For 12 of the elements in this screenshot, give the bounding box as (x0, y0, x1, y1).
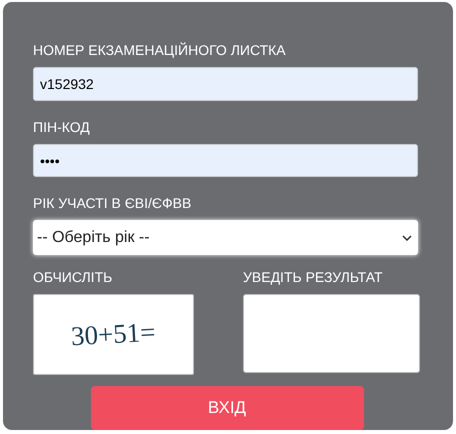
field-label: НОМЕР ЕКЗАМЕНАЦІЙНОГО ЛИСТКА (33, 42, 287, 58)
chevron-down-icon (402, 234, 412, 241)
result-field[interactable] (243, 294, 420, 373)
captcha-text: 30+51= (70, 316, 156, 352)
year-dropdown[interactable]: -- Оберіть рік -- (33, 220, 418, 255)
login-button[interactable]: ВХІД (90, 386, 364, 430)
field-label: РІК УЧАСТІ В ЄВІ/ЄФВВ (33, 195, 192, 212)
field-label: УВЕДІТЬ РЕЗУЛЬТАТ (243, 268, 384, 285)
input-field[interactable]: v152932 (33, 67, 418, 101)
field-label: ОБЧИСЛІТЬ (33, 268, 114, 285)
field-label: ПІН-КОД (33, 118, 91, 135)
pin-field[interactable]: •••• (33, 144, 418, 178)
